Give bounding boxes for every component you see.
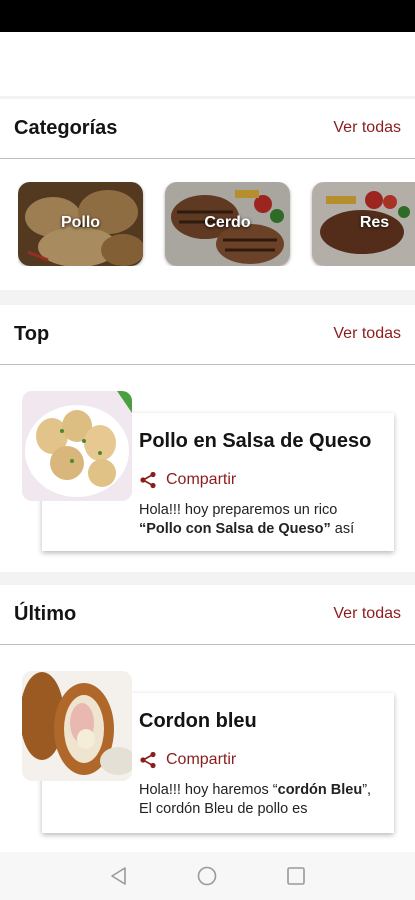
share-label: Compartir	[166, 751, 237, 768]
share-icon	[140, 471, 156, 489]
share-button[interactable]: Compartir	[139, 471, 236, 489]
description-line: Hola!!! hoy preparemos un rico	[139, 502, 338, 518]
latest-header: Último Ver todas	[0, 585, 415, 645]
status-bar	[0, 0, 415, 32]
latest-title: Último	[14, 603, 77, 625]
top-section: Top Ver todas Pollo en Salsa de Queso Co…	[0, 305, 415, 572]
latest-recipe-thumbnail[interactable]	[22, 671, 132, 781]
latest-see-all-link[interactable]: Ver todas	[333, 605, 401, 623]
description-line: “Pollo con Salsa de Queso” así	[139, 520, 379, 539]
category-card-cerdo[interactable]: Cerdo	[165, 182, 290, 266]
home-circle-icon[interactable]	[197, 866, 217, 886]
categories-carousel[interactable]: Pollo Cerdo Res	[18, 182, 415, 266]
back-triangle-icon[interactable]	[109, 866, 129, 886]
recipe-description: Hola!!! hoy haremos “cordón Bleu”, El co…	[139, 781, 379, 819]
description-bold: cordón Bleu	[277, 782, 363, 798]
categories-see-all-link[interactable]: Ver todas	[333, 119, 401, 137]
latest-recipe-photo	[22, 671, 132, 781]
share-label: Compartir	[166, 471, 237, 488]
category-label: Pollo	[60, 214, 101, 231]
recipe-description: Hola!!! hoy preparemos un rico “Pollo co…	[139, 501, 379, 539]
categories-header: Categorías Ver todas	[0, 99, 415, 159]
categories-title: Categorías	[14, 117, 118, 139]
description-pre: Hola!!! hoy haremos “	[139, 782, 278, 798]
categories-section: Categorías Ver todas Pollo Cerdo Res	[0, 99, 415, 290]
recipe-title: Cordon bleu	[139, 710, 257, 732]
description-bold: “Pollo con Salsa de Queso”	[139, 521, 331, 537]
app-bar	[0, 32, 415, 96]
category-card-pollo[interactable]: Pollo	[18, 182, 143, 266]
category-label: Cerdo	[204, 214, 251, 231]
top-see-all-link[interactable]: Ver todas	[333, 325, 401, 343]
recipe-title: Pollo en Salsa de Queso	[139, 430, 372, 452]
top-title: Top	[14, 323, 50, 345]
share-icon	[140, 751, 156, 769]
latest-section: Último Ver todas Cordon bleu Compartir H…	[0, 585, 415, 852]
category-card-res[interactable]: Res	[312, 182, 415, 266]
recents-square-icon[interactable]	[286, 866, 306, 886]
top-recipe-thumbnail[interactable]	[22, 391, 132, 501]
system-nav-bar	[0, 852, 415, 900]
top-header: Top Ver todas	[0, 305, 415, 365]
category-label: Res	[359, 214, 390, 231]
share-button[interactable]: Compartir	[139, 751, 236, 769]
top-recipe-photo	[22, 391, 132, 501]
description-tail: así	[330, 521, 355, 537]
